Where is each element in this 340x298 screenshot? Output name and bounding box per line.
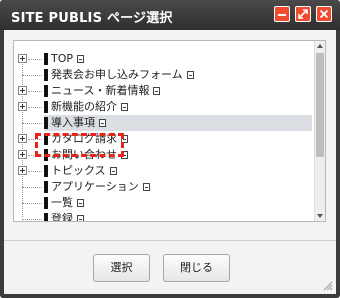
tree-item-label: 発表会お申し込みフォーム: [51, 68, 194, 82]
scroll-down-icon[interactable]: [317, 214, 323, 218]
page-node-icon: [44, 117, 48, 129]
tree-item-top[interactable]: TOP: [14, 51, 314, 67]
tree-connector: [28, 107, 42, 108]
page-icon: [77, 199, 84, 207]
tree-item-event-form[interactable]: 発表会お申し込みフォーム: [14, 67, 314, 83]
expand-icon[interactable]: [18, 86, 27, 95]
scrollbar-thumb[interactable]: [316, 53, 324, 157]
page-icon: [186, 71, 194, 79]
tree-item-label: 導入事項: [51, 116, 106, 130]
page-node-icon: [44, 53, 48, 65]
page-icon: [77, 215, 84, 221]
expand-icon[interactable]: [18, 166, 27, 175]
expand-icon[interactable]: [18, 102, 27, 111]
dialog-body: TOP 発表会お申し込みフォーム ニュース・新着情報 新機能の紹介 導入事項 カ…: [4, 30, 336, 294]
tree-connector: [28, 91, 42, 92]
page-icon: [109, 167, 117, 175]
tree-connector: [22, 203, 42, 204]
resize-grip-icon[interactable]: [323, 281, 333, 291]
tree-item-label: TOP: [51, 52, 85, 66]
page-icon: [99, 119, 106, 127]
tree-item-label: 登録: [51, 212, 84, 221]
tree-item-register[interactable]: 登録: [14, 211, 314, 221]
tree-item-news[interactable]: ニュース・新着情報: [14, 83, 314, 99]
maximize-icon[interactable]: [295, 6, 311, 22]
tree-connector: [22, 75, 42, 76]
page-tree-panel: TOP 発表会お申し込みフォーム ニュース・新着情報 新機能の紹介 導入事項 カ…: [13, 40, 326, 222]
expand-icon[interactable]: [18, 134, 27, 143]
tree-item-application[interactable]: アプリケーション: [14, 179, 314, 195]
tree-item-label: 新機能の紹介: [51, 100, 128, 114]
tree-connector: [28, 171, 42, 172]
close-button[interactable]: 閉じる: [163, 254, 230, 282]
page-icon: [153, 87, 161, 95]
tree-item-label: アプリケーション: [51, 180, 150, 194]
tree-item-label: ニュース・新着情報: [51, 84, 161, 98]
page-select-dialog: SITE PUBLIS ページ選択 TOP 発表会お申し込みフォーム ニュース・…: [0, 0, 340, 298]
page-icon: [142, 183, 150, 191]
page-node-icon: [44, 85, 48, 97]
page-icon: [77, 55, 85, 63]
tree-item-list[interactable]: 一覧: [14, 195, 314, 211]
footer-divider: [4, 240, 336, 241]
tree-item-case-studies[interactable]: 導入事項: [14, 115, 314, 131]
minimize-icon[interactable]: [274, 6, 290, 22]
page-tree: TOP 発表会お申し込みフォーム ニュース・新着情報 新機能の紹介 導入事項 カ…: [14, 41, 314, 221]
page-node-icon: [44, 213, 48, 221]
vertical-scrollbar[interactable]: [314, 41, 325, 221]
page-icon: [121, 103, 128, 111]
page-node-icon: [44, 197, 48, 209]
dialog-title: SITE PUBLIS ページ選択: [11, 11, 173, 26]
annotation-highlight-box: [35, 133, 124, 157]
page-node-icon: [44, 101, 48, 113]
page-node-icon: [44, 69, 48, 81]
tree-connector: [22, 187, 42, 188]
page-node-icon: [44, 181, 48, 193]
tree-connector: [22, 123, 42, 124]
expand-icon[interactable]: [18, 54, 27, 63]
close-icon[interactable]: [316, 6, 332, 22]
tree-item-topics[interactable]: トピックス: [14, 163, 314, 179]
tree-item-new-features[interactable]: 新機能の紹介: [14, 99, 314, 115]
select-button[interactable]: 選択: [93, 254, 150, 282]
tree-item-label: トピックス: [51, 164, 117, 178]
tree-item-label: 一覧: [51, 196, 84, 210]
title-bar[interactable]: SITE PUBLIS ページ選択: [0, 0, 340, 30]
scroll-up-icon[interactable]: [317, 44, 323, 48]
tree-connector: [28, 59, 42, 60]
expand-icon[interactable]: [18, 150, 27, 159]
tree-connector: [22, 219, 42, 220]
page-node-icon: [44, 165, 48, 177]
